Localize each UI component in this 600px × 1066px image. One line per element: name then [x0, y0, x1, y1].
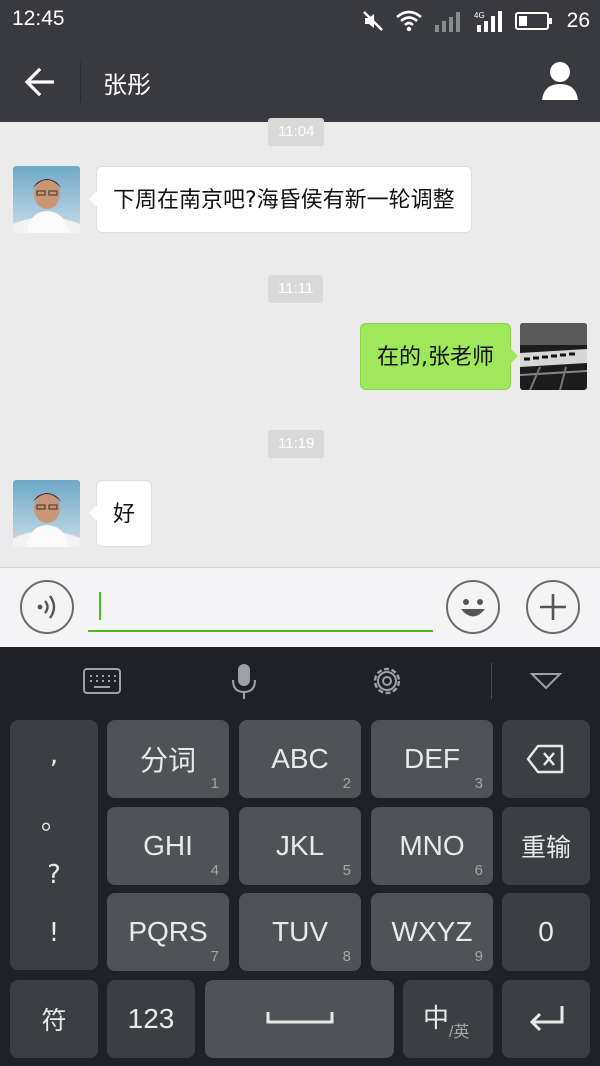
battery-level: 26 — [566, 9, 590, 32]
lang-sub-label: /英 — [449, 1024, 470, 1041]
emoji-button[interactable] — [446, 580, 500, 634]
status-icons: 4G 26 — [361, 8, 590, 34]
punctuation-column[interactable]: , 。 ? ! — [10, 720, 98, 970]
my-avatar[interactable] — [520, 323, 587, 390]
reinput-key[interactable]: 重输 — [502, 807, 590, 885]
4g-signal-icon: 4G — [474, 11, 502, 32]
space-icon — [266, 1012, 334, 1024]
keyboard-toolbar — [0, 647, 600, 713]
lang-main-label: 中 — [423, 1003, 450, 1033]
voice-button[interactable] — [20, 580, 74, 634]
key-fenci[interactable]: 分词 1 — [107, 720, 229, 798]
gear-icon — [373, 667, 401, 695]
punct-key[interactable]: ? — [10, 860, 98, 890]
message-bubble-sent[interactable]: 在的,张老师 — [360, 323, 518, 390]
message-text: 下周在南京吧?海昏侯有新一轮调整 — [113, 188, 455, 213]
microphone-icon — [232, 664, 256, 699]
chat-area[interactable]: 11:04 下周在南京吧?海昏侯有新一轮调整 11:11 在的,张老师 11:1… — [0, 118, 600, 567]
punct-key[interactable]: , — [10, 740, 98, 770]
punct-key[interactable]: 。 — [10, 800, 98, 837]
symbol-key[interactable]: 符 — [10, 980, 98, 1058]
arrow-left-icon — [24, 67, 54, 97]
backspace-key[interactable] — [502, 720, 590, 798]
emoji-icon — [461, 599, 485, 617]
backspace-icon — [526, 744, 564, 774]
title-bar: 张彤 — [0, 42, 600, 122]
contact-avatar-image — [13, 480, 80, 547]
key-mno[interactable]: MNO 6 — [371, 807, 493, 885]
page-title: 张彤 — [103, 71, 151, 99]
plus-icon — [540, 594, 566, 620]
message-bubble-received[interactable]: 好 — [88, 480, 153, 547]
key-tuv[interactable]: TUV 8 — [239, 893, 361, 971]
avatar[interactable] — [13, 166, 80, 233]
toolbar-divider — [491, 663, 492, 699]
profile-button[interactable] — [540, 60, 580, 102]
keyboard-settings-button[interactable] — [367, 661, 407, 701]
timestamp: 11:11 — [268, 275, 324, 303]
punct-key[interactable]: ! — [10, 918, 98, 948]
enter-icon — [529, 1006, 564, 1032]
hide-keyboard-button[interactable] — [526, 661, 566, 701]
message-text: 好 — [113, 502, 136, 527]
numeric-key[interactable]: 123 — [107, 980, 195, 1058]
keyboard-switch-button[interactable] — [82, 661, 122, 701]
enter-key[interactable] — [502, 980, 590, 1058]
user-avatar-image — [520, 323, 587, 390]
status-bar: 12:45 4G 26 — [0, 0, 600, 42]
message-input[interactable] — [88, 584, 433, 632]
text-caret — [99, 592, 101, 620]
key-def[interactable]: DEF 3 — [371, 720, 493, 798]
svg-text:4G: 4G — [474, 11, 485, 20]
voice-input-button[interactable] — [224, 661, 264, 701]
input-bar — [0, 567, 600, 647]
key-zero[interactable]: 0 — [502, 893, 590, 971]
contact-avatar-image — [13, 166, 80, 233]
person-icon — [542, 62, 578, 100]
status-time: 12:45 — [12, 7, 65, 30]
space-key[interactable] — [205, 980, 394, 1058]
key-ghi[interactable]: GHI 4 — [107, 807, 229, 885]
key-pqrs[interactable]: PQRS 7 — [107, 893, 229, 971]
avatar[interactable] — [13, 480, 80, 547]
more-button[interactable] — [526, 580, 580, 634]
key-wxyz[interactable]: WXYZ 9 — [371, 893, 493, 971]
wifi-icon — [395, 10, 422, 32]
keyboard-icon — [83, 668, 121, 694]
message-bubble-received[interactable]: 下周在南京吧?海昏侯有新一轮调整 — [89, 166, 472, 233]
timestamp: 11:04 — [268, 118, 325, 146]
key-abc[interactable]: ABC 2 — [239, 720, 361, 798]
signal-icon — [434, 12, 460, 32]
message-text: 在的,张老师 — [377, 345, 494, 370]
battery-icon — [514, 12, 552, 30]
language-switch-key[interactable]: 中 /英 — [403, 980, 493, 1058]
timestamp: 11:19 — [268, 430, 325, 458]
key-jkl[interactable]: JKL 5 — [239, 807, 361, 885]
collapse-icon — [529, 673, 563, 690]
back-button[interactable] — [20, 62, 60, 102]
title-divider — [80, 62, 81, 102]
voice-icon — [37, 595, 56, 619]
mute-icon — [362, 11, 383, 31]
